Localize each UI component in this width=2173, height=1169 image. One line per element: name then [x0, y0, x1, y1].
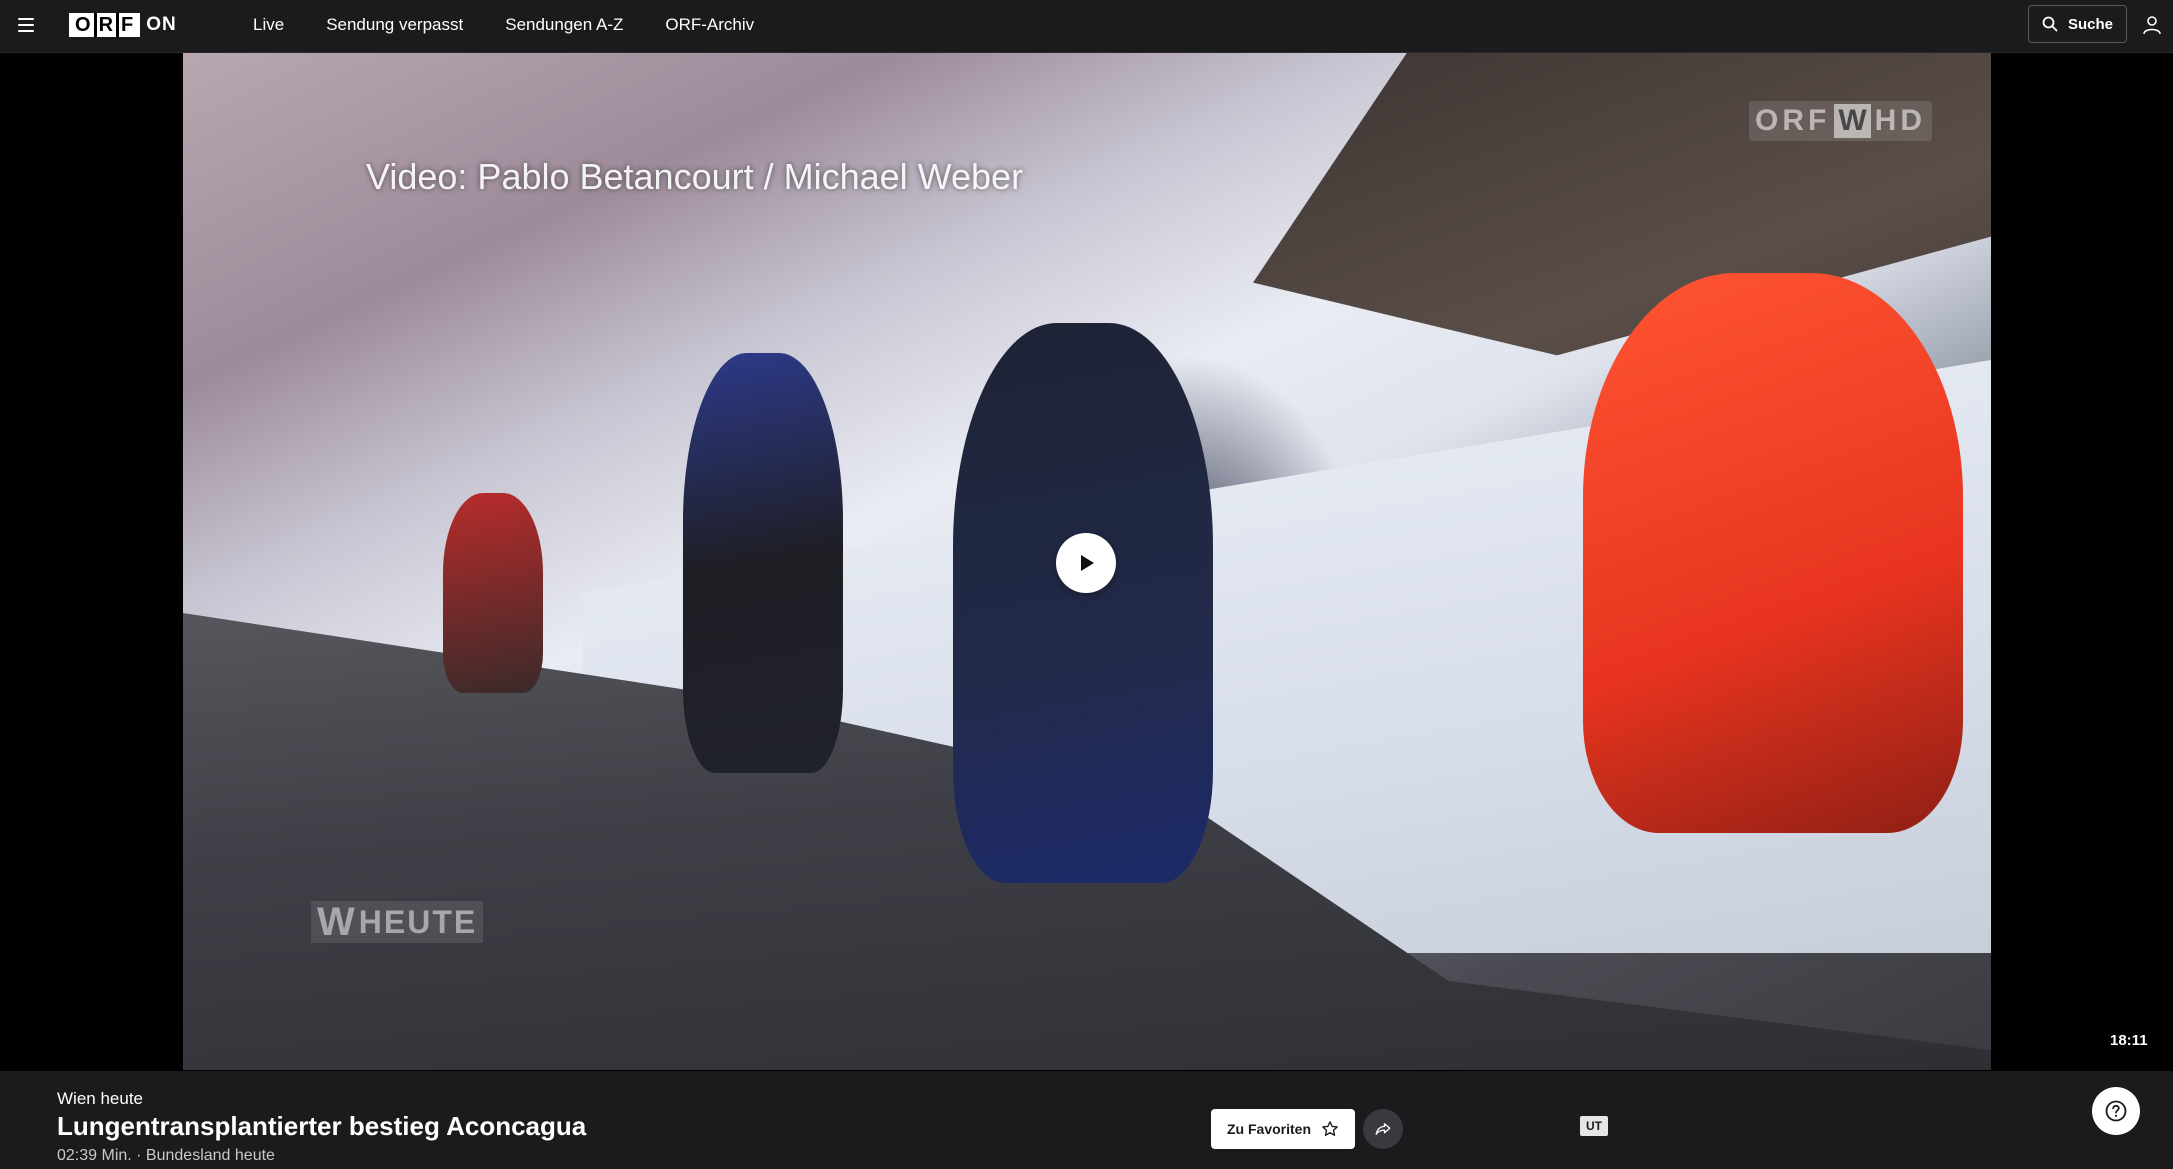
show-watermark: W HEUTE	[311, 899, 484, 944]
search-button[interactable]: Suche	[2028, 5, 2127, 43]
orf-logo-box: ORF	[69, 13, 141, 37]
logo-letter-o: O	[75, 14, 92, 36]
logo-suffix: ON	[146, 14, 177, 35]
subtitles-badge: UT	[1580, 1116, 1608, 1136]
help-icon	[2105, 1100, 2127, 1122]
show-name[interactable]: Wien heute	[57, 1089, 143, 1109]
nav-sendung-verpasst[interactable]: Sendung verpasst	[305, 15, 484, 35]
channel-watermark: ORF W HD	[1749, 101, 1932, 141]
video-frame-hiker	[953, 323, 1213, 883]
video-frame-hiker	[1583, 273, 1963, 833]
user-icon[interactable]	[2141, 14, 2163, 36]
favorites-label: Zu Favoriten	[1226, 1121, 1311, 1137]
episode-info-bar: Wien heute Lungentransplantierter bestie…	[0, 1071, 2173, 1169]
logo-letter-f: F	[121, 14, 135, 36]
show-watermark-letter: W	[317, 899, 357, 944]
watermark-prefix: ORF	[1755, 104, 1831, 137]
video-total-duration: 18:11	[2110, 1032, 2148, 1049]
orf-on-logo[interactable]: ORF ON	[69, 13, 177, 37]
play-button[interactable]	[1056, 533, 1116, 593]
share-button[interactable]	[1363, 1109, 1403, 1149]
share-icon	[1375, 1123, 1391, 1135]
video-frame-hiker	[683, 353, 843, 773]
star-icon	[1322, 1121, 1338, 1136]
nav-orf-archiv[interactable]: ORF-Archiv	[644, 15, 775, 35]
video-credit-caption: Video: Pablo Betancourt / Michael Weber	[366, 156, 1024, 197]
episode-title: Lungentransplantierter bestieg Aconcagua	[57, 1111, 587, 1141]
watermark-letter: W	[1834, 104, 1871, 138]
show-watermark-text: HEUTE	[358, 903, 478, 940]
watermark-suffix: HD	[1874, 104, 1926, 137]
search-label: Suche	[2067, 15, 2113, 33]
top-navigation-bar: ORF ON Live Sendung verpasst Sendungen A…	[0, 0, 2173, 53]
help-button[interactable]	[2092, 1087, 2140, 1135]
video-frame-hiker	[443, 493, 543, 693]
nav-sendungen-a-z[interactable]: Sendungen A-Z	[484, 15, 644, 35]
search-icon	[2042, 16, 2058, 32]
episode-meta: 02:39 Min. · Bundesland heute	[57, 1147, 275, 1164]
nav-live[interactable]: Live	[232, 15, 305, 35]
add-to-favorites-button[interactable]: Zu Favoriten	[1211, 1109, 1355, 1149]
video-player[interactable]: Video: Pablo Betancourt / Michael Weber …	[183, 53, 1991, 1070]
main-nav: Live Sendung verpasst Sendungen A-Z ORF-…	[232, 0, 775, 50]
menu-icon[interactable]	[14, 12, 40, 38]
logo-letter-r: R	[98, 14, 115, 36]
play-icon	[1081, 555, 1094, 571]
